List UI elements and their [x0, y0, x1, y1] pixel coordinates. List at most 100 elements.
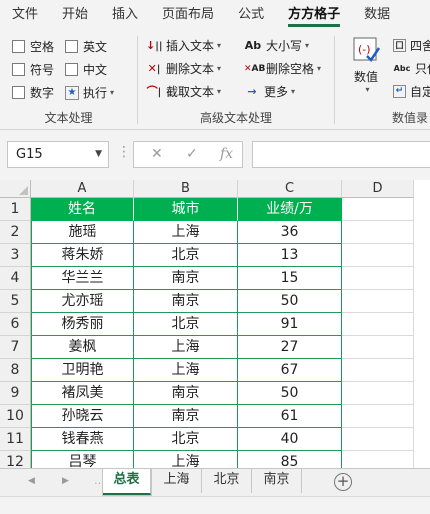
round-button[interactable]: 囗 四舍	[393, 37, 430, 54]
table-cell[interactable]: 27	[238, 336, 342, 359]
table-cell[interactable]: 钱春燕	[31, 428, 134, 451]
tab-shanghai[interactable]: 上海	[152, 469, 202, 493]
checkbox-english[interactable]: 英文	[65, 38, 107, 55]
table-cell[interactable]: 50	[238, 290, 342, 313]
table-cell[interactable]	[342, 359, 414, 382]
execute-button[interactable]: ★ 执行 ▾	[65, 84, 114, 101]
table-cell[interactable]: 南京	[134, 267, 238, 290]
tab-nanjing[interactable]: 南京	[252, 469, 302, 493]
table-cell[interactable]	[342, 313, 414, 336]
checkbox-box[interactable]	[65, 63, 78, 76]
column-header[interactable]: A	[31, 180, 134, 198]
column-header[interactable]: D	[342, 180, 414, 198]
delete-spaces-button[interactable]: ✕AB 删除空格 ▾	[244, 60, 321, 77]
table-cell[interactable]	[342, 451, 414, 468]
row-header[interactable]: 10	[0, 405, 31, 428]
table-cell[interactable]: 施瑶	[31, 221, 134, 244]
formula-input[interactable]	[252, 141, 430, 168]
number-button[interactable]: (-) 数值 ▾	[351, 36, 381, 94]
header-cell[interactable]: 姓名	[31, 198, 134, 221]
spreadsheet-grid[interactable]: A B C D 1 姓名 城市 业绩/万 2 施瑶 上海 36 3 蒋朱娇 北京 13 4 华兰兰 南京 15 5 尤亦瑶…	[0, 180, 430, 468]
table-cell[interactable]: 上海	[134, 451, 238, 468]
tab-beijing[interactable]: 北京	[202, 469, 252, 493]
table-cell[interactable]	[342, 244, 414, 267]
table-cell[interactable]: 南京	[134, 290, 238, 313]
tab-scroll-right-icon[interactable]: ▶	[62, 476, 69, 486]
table-cell[interactable]: 上海	[134, 336, 238, 359]
row-header[interactable]: 5	[0, 290, 31, 313]
checkbox-symbol[interactable]: 符号	[12, 61, 54, 78]
table-cell[interactable]: 91	[238, 313, 342, 336]
checkbox-box[interactable]	[12, 63, 25, 76]
row-header[interactable]: 7	[0, 336, 31, 359]
resize-handle-icon[interactable]: ⋮	[117, 144, 131, 160]
table-cell[interactable]: 上海	[134, 221, 238, 244]
delete-text-button[interactable]: ✕| 删除文本 ▾	[146, 60, 221, 77]
table-cell[interactable]	[342, 382, 414, 405]
menu-insert[interactable]: 插入	[100, 0, 150, 30]
table-cell[interactable]	[342, 290, 414, 313]
table-cell[interactable]	[342, 336, 414, 359]
table-cell[interactable]	[342, 221, 414, 244]
table-cell[interactable]: 50	[238, 382, 342, 405]
custom-button[interactable]: ↵ 自定	[393, 83, 430, 100]
case-button[interactable]: Ab 大小写 ▾	[244, 37, 309, 54]
table-cell[interactable]	[342, 267, 414, 290]
table-cell[interactable]: 67	[238, 359, 342, 382]
column-header[interactable]: C	[238, 180, 342, 198]
more-button[interactable]: → 更多 ▾	[244, 83, 295, 100]
table-cell[interactable]	[342, 405, 414, 428]
row-header[interactable]: 9	[0, 382, 31, 405]
extract-text-button[interactable]: ⌒| 截取文本 ▾	[146, 83, 221, 100]
menu-formulas[interactable]: 公式	[226, 0, 276, 30]
table-cell[interactable]: 85	[238, 451, 342, 468]
table-cell[interactable]: 尤亦瑶	[31, 290, 134, 313]
table-cell[interactable]: 北京	[134, 244, 238, 267]
table-cell[interactable]: 40	[238, 428, 342, 451]
close-icon[interactable]: ✕	[151, 146, 163, 162]
row-header[interactable]: 12	[0, 451, 31, 468]
menu-home[interactable]: 开始	[50, 0, 100, 30]
table-cell[interactable]: 13	[238, 244, 342, 267]
select-all-corner[interactable]	[0, 180, 31, 198]
row-header[interactable]: 4	[0, 267, 31, 290]
menu-file[interactable]: 文件	[0, 0, 50, 30]
table-cell[interactable]: 61	[238, 405, 342, 428]
row-header[interactable]: 6	[0, 313, 31, 336]
row-header[interactable]: 2	[0, 221, 31, 244]
table-cell[interactable]: 吕琴	[31, 451, 134, 468]
table-cell[interactable]: 上海	[134, 359, 238, 382]
check-icon[interactable]: ✓	[186, 146, 198, 162]
fx-icon[interactable]: fx	[220, 146, 233, 162]
table-cell[interactable]: 北京	[134, 313, 238, 336]
table-cell[interactable]: 孙晓云	[31, 405, 134, 428]
row-header[interactable]: 1	[0, 198, 31, 221]
checkbox-box[interactable]	[12, 86, 25, 99]
chevron-down-icon[interactable]: ▼	[95, 142, 102, 167]
column-header[interactable]: B	[134, 180, 238, 198]
table-cell[interactable]: 15	[238, 267, 342, 290]
header-cell[interactable]: 业绩/万	[238, 198, 342, 221]
row-header[interactable]: 11	[0, 428, 31, 451]
insert-text-button[interactable]: ↓|| 插入文本 ▾	[146, 37, 221, 54]
add-sheet-icon[interactable]: +	[334, 473, 352, 491]
name-box[interactable]: G15 ▼	[7, 141, 109, 168]
menu-data[interactable]: 数据	[352, 0, 402, 30]
table-cell[interactable]: 卫明艳	[31, 359, 134, 382]
checkbox-chinese[interactable]: 中文	[65, 61, 107, 78]
menu-page-layout[interactable]: 页面布局	[150, 0, 226, 30]
checkbox-box[interactable]	[12, 40, 25, 53]
checkbox-box[interactable]	[65, 40, 78, 53]
row-header[interactable]: 8	[0, 359, 31, 382]
table-cell[interactable]: 杨秀丽	[31, 313, 134, 336]
table-cell[interactable]: 褚凤美	[31, 382, 134, 405]
table-cell[interactable]: 36	[238, 221, 342, 244]
table-cell[interactable]: 华兰兰	[31, 267, 134, 290]
header-cell[interactable]: 城市	[134, 198, 238, 221]
tab-scroll-left-icon[interactable]: ◀	[28, 476, 35, 486]
checkbox-space[interactable]: 空格	[12, 38, 54, 55]
tab-summary[interactable]: 总表	[103, 469, 151, 495]
table-cell[interactable]: 南京	[134, 382, 238, 405]
table-cell[interactable]: 蒋朱娇	[31, 244, 134, 267]
table-cell[interactable]	[342, 428, 414, 451]
